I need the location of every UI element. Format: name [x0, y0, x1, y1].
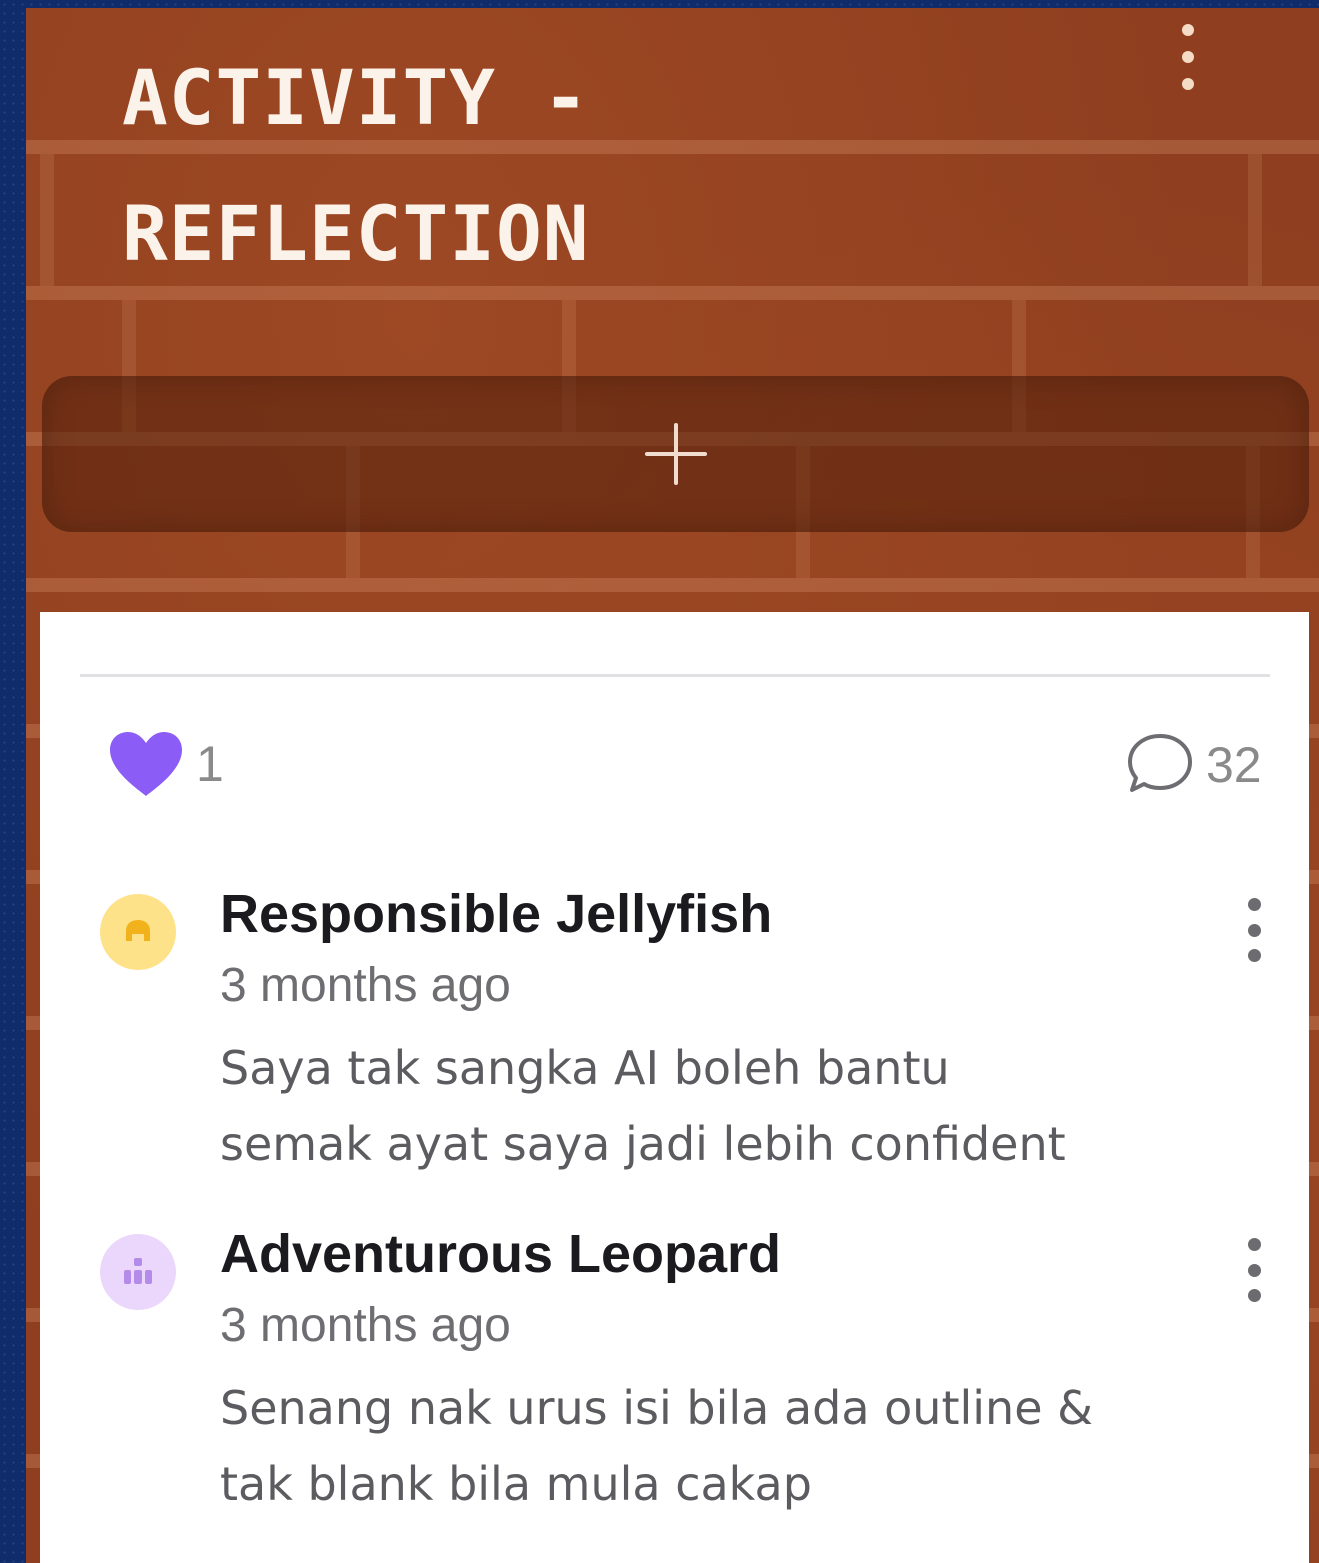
column-menu-button[interactable]	[1166, 24, 1210, 90]
column-title-line1: ACTIVITY -	[122, 53, 590, 142]
leopard-avatar-icon	[124, 1258, 152, 1284]
comment-menu-button[interactable]	[1236, 898, 1272, 962]
add-post-button[interactable]	[42, 376, 1309, 532]
avatar	[100, 894, 176, 970]
more-vertical-icon	[1182, 24, 1194, 36]
comment-count: 32	[1206, 737, 1262, 793]
speech-bubble-icon	[1128, 734, 1192, 792]
jellyfish-avatar-icon	[126, 920, 150, 941]
comment-author: Adventurous Leopard	[220, 1224, 782, 1284]
more-vertical-icon	[1247, 1238, 1261, 1251]
comment-text: Saya tak sangka AI boleh bantu semak aya…	[220, 1041, 1066, 1171]
comment-timestamp: 3 months ago	[220, 959, 511, 1012]
comment-menu-button[interactable]	[1236, 1238, 1272, 1302]
comment-text: Senang nak urus isi bila ada outline & t…	[220, 1381, 1093, 1511]
avatar	[100, 1234, 176, 1310]
card-divider	[80, 674, 1270, 677]
more-vertical-icon	[1247, 898, 1261, 911]
column-title-line2: REFLECTION	[122, 189, 590, 278]
comments-button[interactable]: 32	[1124, 730, 1262, 800]
like-count: 1	[196, 736, 224, 792]
heart-icon	[110, 732, 182, 796]
like-button[interactable]: 1	[106, 730, 224, 798]
comment-timestamp: 3 months ago	[220, 1299, 511, 1352]
plus-icon	[644, 423, 707, 485]
column-title: ACTIVITY - REFLECTION	[122, 30, 1122, 302]
comment-author: Responsible Jellyfish	[220, 884, 773, 944]
post-card: 1 32 Responsible Jellyfish 3 months ago …	[40, 612, 1309, 1563]
